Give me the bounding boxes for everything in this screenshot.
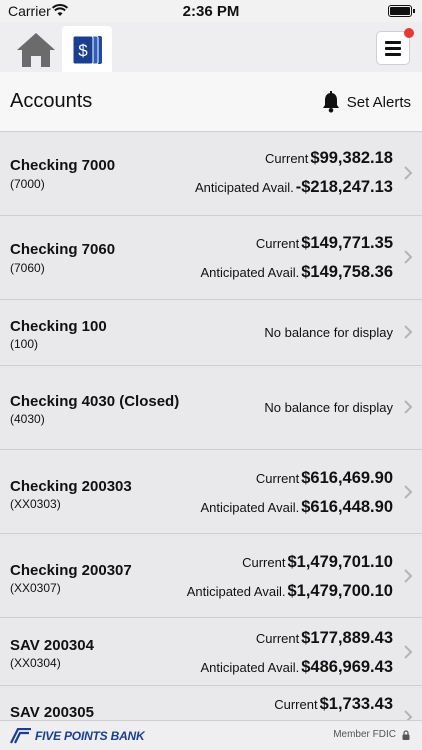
account-number: (4030) <box>10 412 45 426</box>
chevron-right-icon <box>404 710 413 720</box>
account-name: Checking 7060 <box>10 241 116 258</box>
current-amount: $99,382.18 <box>310 149 393 167</box>
current-balance: Current $149,771.35 <box>256 234 393 253</box>
member-fdic: Member FDIC <box>333 729 410 740</box>
anticipated-label: Anticipated Avail. <box>200 660 300 675</box>
account-row[interactable]: SAV 200304 (XX0304) Current $177,889.43 … <box>0 618 422 686</box>
current-balance: Current $1,479,701.10 <box>242 553 393 572</box>
dollar-cards-icon: $ <box>72 35 102 65</box>
page-header: Accounts Set Alerts <box>0 72 422 132</box>
account-name: Checking 100 <box>10 318 107 335</box>
current-label: Current <box>265 151 309 166</box>
set-alerts-label: Set Alerts <box>346 93 411 111</box>
no-balance-text: No balance for display <box>264 400 393 415</box>
anticipated-label: Anticipated Avail. <box>194 180 294 195</box>
anticipated-balance: Anticipated Avail. $1,479,700.10 <box>187 582 393 601</box>
top-nav-bar: $ <box>0 22 422 72</box>
anticipated-amount: $1,479,700.10 <box>287 582 393 600</box>
account-row[interactable]: Checking 4030 (Closed) (4030) No balance… <box>0 366 422 450</box>
anticipated-label: Anticipated Avail. <box>200 265 300 280</box>
account-row[interactable]: SAV 200305 Current $1,733.43 <box>0 686 422 720</box>
chevron-right-icon <box>404 166 413 180</box>
current-label: Current <box>242 555 286 570</box>
account-name: Checking 200307 <box>10 562 132 579</box>
chevron-right-icon <box>404 645 413 659</box>
chevron-right-icon <box>404 400 413 414</box>
current-amount: $1,733.43 <box>319 695 393 713</box>
chevron-right-icon <box>404 569 413 583</box>
current-label: Current <box>255 631 300 646</box>
notification-dot <box>404 28 414 38</box>
member-fdic-label: Member FDIC <box>333 729 396 740</box>
bell-icon <box>322 91 339 113</box>
anticipated-label: Anticipated Avail. <box>186 584 286 599</box>
hamburger-menu-icon <box>385 41 401 44</box>
bank-logo-mark-icon <box>10 728 31 744</box>
no-balance-text: No balance for display <box>264 325 393 340</box>
anticipated-balance: Anticipated Avail. $149,758.36 <box>200 263 393 282</box>
current-amount: $1,479,701.10 <box>287 553 393 571</box>
anticipated-balance: Anticipated Avail. $616,448.90 <box>200 498 393 517</box>
set-alerts-button[interactable]: Set Alerts <box>321 90 411 114</box>
current-amount: $616,469.90 <box>301 469 393 487</box>
anticipated-amount: $486,969.43 <box>301 658 393 676</box>
accounts-tab[interactable]: $ <box>62 26 112 72</box>
account-row[interactable]: Checking 7000 (7000) Current $99,382.18 … <box>0 132 422 216</box>
page-title: Accounts <box>10 90 93 112</box>
account-number: (XX0303) <box>10 497 61 511</box>
hamburger-line <box>385 53 401 56</box>
bank-logo: FIVE POINTS BANK <box>10 727 145 745</box>
footer: FIVE POINTS BANK Member FDIC <box>0 720 422 750</box>
battery-icon <box>388 5 415 17</box>
account-row[interactable]: Checking 200307 (XX0307) Current $1,479,… <box>0 534 422 618</box>
account-row[interactable]: Checking 7060 (7060) Current $149,771.35… <box>0 216 422 300</box>
account-name: Checking 4030 (Closed) <box>10 393 180 410</box>
svg-text:$: $ <box>78 41 88 60</box>
chevron-right-icon <box>404 250 413 264</box>
current-balance: Current $1,733.43 <box>274 695 393 714</box>
account-number: (7000) <box>10 177 45 191</box>
account-name: SAV 200305 <box>10 704 94 720</box>
current-label: Current <box>274 697 318 712</box>
status-bar: Carrier 2:36 PM <box>0 0 422 22</box>
current-balance: Current $99,382.18 <box>265 149 393 168</box>
current-label: Current <box>255 471 300 486</box>
current-amount: $149,771.35 <box>301 234 393 252</box>
account-number: (7060) <box>10 261 45 275</box>
account-row[interactable]: Checking 100 (100) No balance for displa… <box>0 300 422 366</box>
bank-name: FIVE POINTS BANK <box>35 729 145 743</box>
home-icon[interactable] <box>14 30 58 70</box>
account-number: (100) <box>10 337 39 351</box>
account-number: (XX0304) <box>10 656 61 670</box>
current-label: Current <box>255 236 300 251</box>
account-name: Checking 7000 <box>10 157 116 174</box>
accounts-list: Checking 7000 (7000) Current $99,382.18 … <box>0 132 422 720</box>
anticipated-amount: $149,758.36 <box>301 263 393 281</box>
anticipated-amount: $616,448.90 <box>301 498 393 516</box>
current-balance: Current $177,889.43 <box>256 629 393 648</box>
hamburger-line <box>385 47 401 50</box>
clock: 2:36 PM <box>182 3 240 20</box>
lock-icon <box>402 729 410 740</box>
anticipated-balance: Anticipated Avail. $486,969.43 <box>200 658 393 677</box>
account-row[interactable]: Checking 200303 (XX0303) Current $616,46… <box>0 450 422 534</box>
account-name: Checking 200303 <box>10 478 132 495</box>
chevron-right-icon <box>404 485 413 499</box>
account-name: SAV 200304 <box>10 637 94 654</box>
current-amount: $177,889.43 <box>301 629 393 647</box>
account-number: (XX0307) <box>10 581 61 595</box>
menu-button[interactable] <box>376 28 414 65</box>
current-balance: Current $616,469.90 <box>256 469 393 488</box>
anticipated-label: Anticipated Avail. <box>200 500 300 515</box>
chevron-right-icon <box>404 325 413 339</box>
anticipated-amount: -$218,247.13 <box>295 178 393 196</box>
anticipated-balance: Anticipated Avail. -$218,247.13 <box>195 178 393 197</box>
